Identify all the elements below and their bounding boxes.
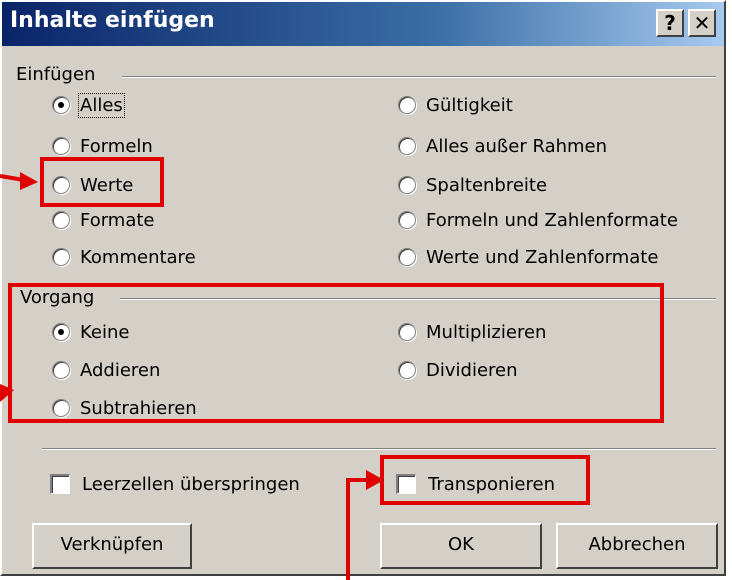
separator	[42, 448, 716, 450]
radio-label: Gültigkeit	[426, 94, 513, 116]
radio-label: Alles	[78, 92, 125, 118]
radio-label: Werte und Zahlenformate	[426, 246, 659, 268]
paste-group-divider	[122, 76, 716, 78]
dialog-title: Inhalte einfügen	[10, 8, 215, 33]
radio-paste-comments[interactable]: Kommentare	[52, 244, 196, 270]
help-button[interactable]: ?	[656, 9, 684, 37]
cancel-button[interactable]: Abbrechen	[556, 523, 718, 569]
highlight-values-option	[40, 157, 164, 207]
radio-button[interactable]	[398, 176, 416, 194]
radio-button[interactable]	[398, 96, 416, 114]
radio-label: Formeln und Zahlenformate	[426, 209, 678, 231]
highlight-operation-group	[8, 283, 664, 423]
title-bar: Inhalte einfügen ? ✕	[2, 2, 724, 46]
radio-label: Spaltenbreite	[426, 174, 548, 196]
radio-label: Formate	[80, 209, 155, 231]
radio-button[interactable]	[52, 248, 70, 266]
close-button[interactable]: ✕	[688, 9, 716, 37]
radio-paste-all-except-borders[interactable]: Alles außer Rahmen	[398, 133, 607, 159]
radio-label: Alles außer Rahmen	[426, 135, 608, 157]
radio-paste-all[interactable]: Alles	[52, 92, 125, 118]
radio-button[interactable]	[52, 96, 70, 114]
checkbox-skip-blanks[interactable]: Leerzellen überspringen	[50, 470, 300, 498]
radio-button[interactable]	[52, 211, 70, 229]
link-button[interactable]: Verknüpfen	[32, 523, 192, 569]
radio-paste-values-number-formats[interactable]: Werte und Zahlenformate	[398, 244, 658, 270]
radio-paste-formulas[interactable]: Formeln	[52, 133, 153, 159]
radio-paste-validation[interactable]: Gültigkeit	[398, 92, 513, 118]
radio-paste-formats[interactable]: Formate	[52, 207, 155, 233]
ok-button[interactable]: OK	[380, 523, 542, 569]
checkbox-label: Leerzellen überspringen	[82, 473, 300, 495]
highlight-transpose-option	[380, 455, 590, 505]
checkbox[interactable]	[50, 474, 70, 494]
paste-group-label: Einfügen	[16, 64, 102, 85]
radio-button[interactable]	[398, 137, 416, 155]
radio-paste-formulas-number-formats[interactable]: Formeln und Zahlenformate	[398, 207, 678, 233]
radio-paste-column-widths[interactable]: Spaltenbreite	[398, 172, 547, 198]
radio-button[interactable]	[398, 211, 416, 229]
radio-label: Kommentare	[80, 246, 196, 268]
radio-button[interactable]	[398, 248, 416, 266]
radio-button[interactable]	[52, 137, 70, 155]
radio-label: Formeln	[80, 135, 153, 157]
